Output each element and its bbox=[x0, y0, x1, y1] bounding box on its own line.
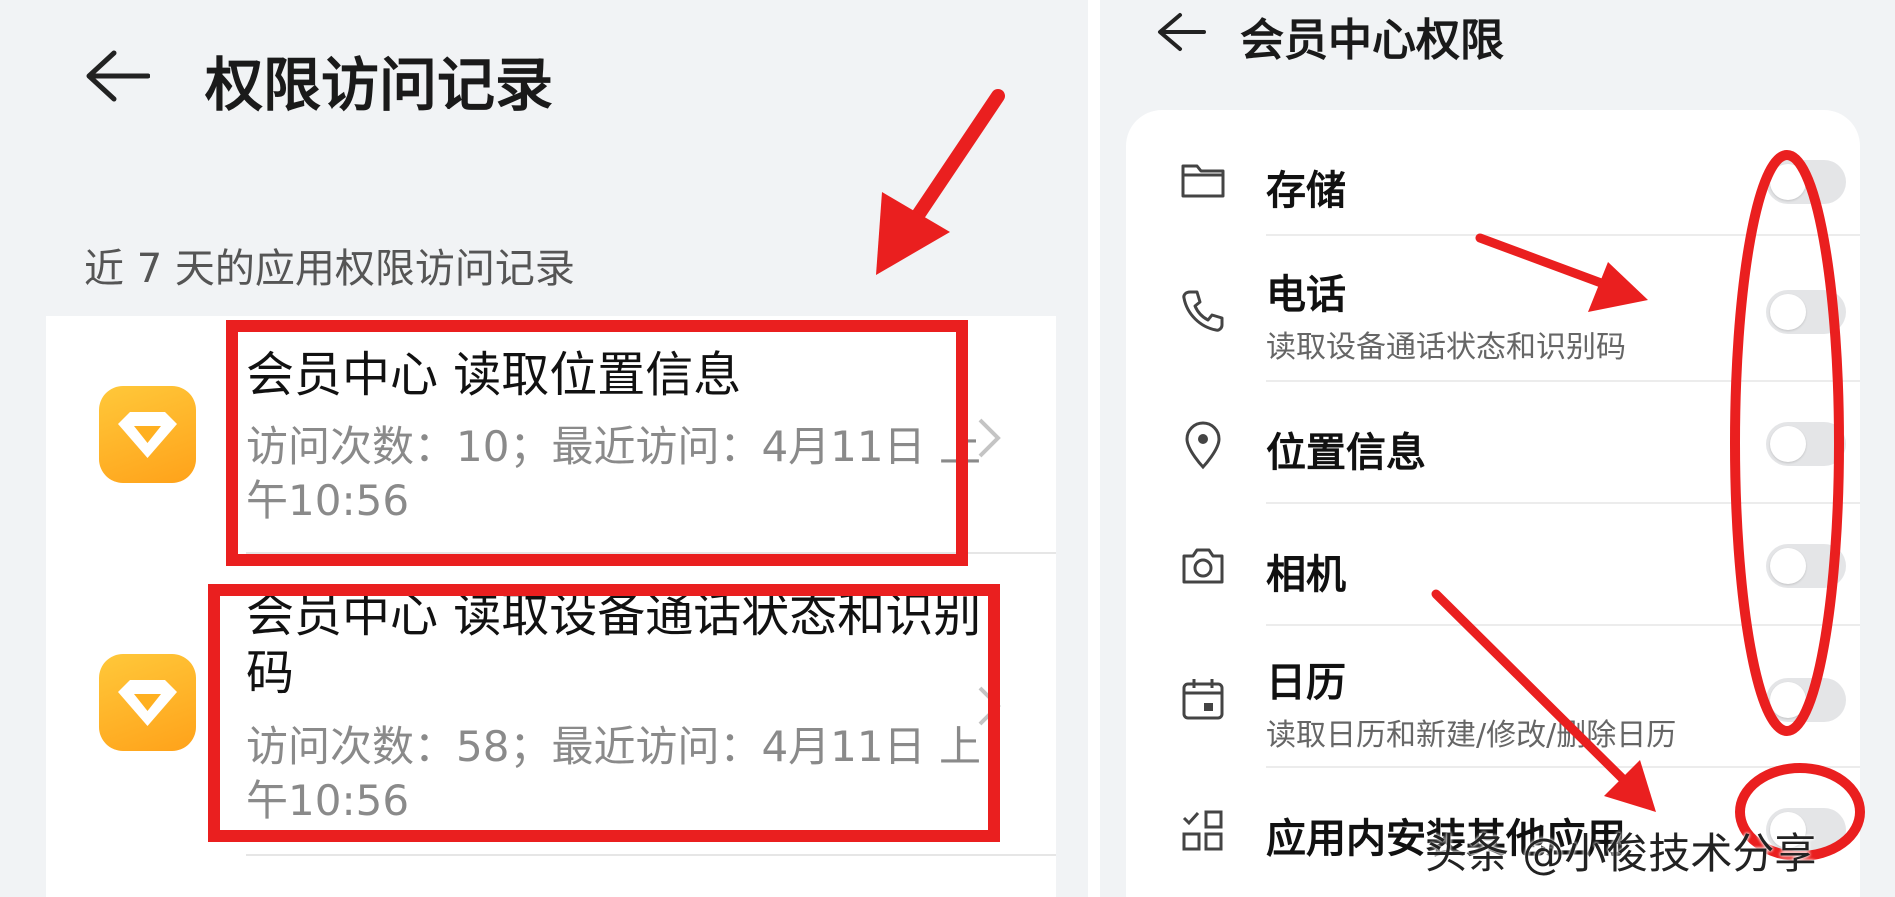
divider bbox=[1266, 234, 1860, 236]
permission-desc: 读取设备通话状态和识别码 bbox=[1266, 330, 1626, 365]
camera-icon bbox=[1180, 546, 1226, 590]
back-arrow-icon[interactable] bbox=[1156, 12, 1206, 56]
divider bbox=[1266, 624, 1860, 626]
member-center-app-icon bbox=[99, 654, 196, 751]
section-label: 近 7 天的应用权限访问记录 bbox=[84, 246, 575, 292]
divider bbox=[1266, 766, 1860, 768]
calendar-icon bbox=[1180, 676, 1226, 726]
permission-toggle[interactable] bbox=[1766, 544, 1846, 588]
right-screen: 会员中心权限 存储 电话 读取设备通话状态和识别码 位置信息 相机 日历 读取日… bbox=[1100, 0, 1895, 897]
permission-toggle[interactable] bbox=[1766, 160, 1846, 204]
member-center-app-icon bbox=[99, 386, 196, 483]
back-arrow-icon[interactable] bbox=[84, 50, 151, 106]
folder-icon bbox=[1180, 160, 1226, 204]
permission-label: 存储 bbox=[1266, 168, 1346, 214]
permission-toggle[interactable] bbox=[1766, 422, 1846, 466]
location-pin-icon bbox=[1180, 420, 1226, 474]
annotation-box bbox=[226, 320, 968, 566]
page-title: 权限访问记录 bbox=[205, 51, 554, 119]
divider bbox=[246, 854, 1056, 856]
permission-label: 相机 bbox=[1266, 552, 1346, 598]
annotation-box bbox=[208, 584, 1000, 842]
permission-desc: 读取日历和新建/修改/删除日历 bbox=[1266, 718, 1677, 753]
permissions-card: 存储 电话 读取设备通话状态和识别码 位置信息 相机 日历 读取日历和新建/修改… bbox=[1126, 110, 1860, 897]
permission-label: 电话 bbox=[1266, 272, 1346, 318]
permission-label: 日历 bbox=[1266, 660, 1346, 706]
permission-toggle[interactable] bbox=[1766, 290, 1846, 334]
divider bbox=[1266, 380, 1860, 382]
left-screen: 权限访问记录 近 7 天的应用权限访问记录 会员中心 读取位置信息 访问次数：1… bbox=[0, 0, 1088, 897]
phone-icon bbox=[1180, 288, 1226, 338]
divider bbox=[1266, 502, 1860, 504]
apps-grid-icon bbox=[1180, 808, 1226, 858]
permission-toggle[interactable] bbox=[1766, 678, 1846, 722]
permission-label: 位置信息 bbox=[1266, 430, 1426, 476]
page-title: 会员中心权限 bbox=[1240, 15, 1504, 66]
watermark: 头条 @小俊技术分享 bbox=[1425, 829, 1817, 878]
chevron-right-icon bbox=[974, 414, 1004, 466]
